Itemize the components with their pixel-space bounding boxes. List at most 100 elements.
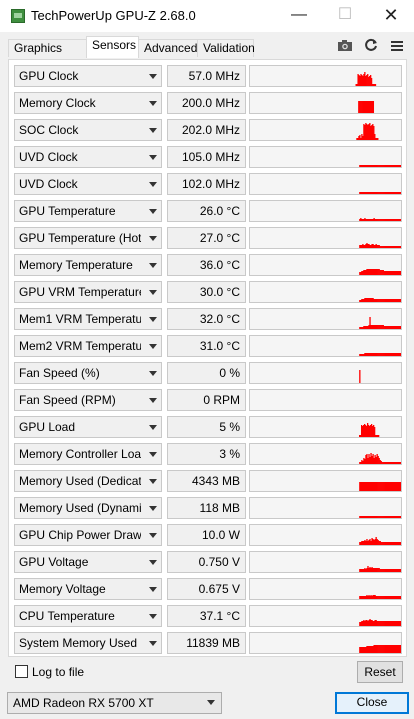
sensor-name: Mem2 VRM Temperature	[19, 339, 141, 353]
chevron-down-icon	[149, 506, 157, 511]
log-to-file-label[interactable]: Log to file	[32, 665, 84, 679]
sensor-name: UVD Clock	[19, 150, 78, 164]
chevron-down-icon	[149, 209, 157, 214]
maximize-button[interactable]: ☐	[322, 0, 368, 32]
sensor-name-dropdown[interactable]: GPU Load	[14, 416, 162, 438]
sensor-row: Memory Temperature 36.0 °C	[14, 254, 402, 276]
tab-advanced[interactable]: Advanced	[138, 39, 198, 57]
sensor-graph[interactable]	[249, 119, 402, 141]
sensor-graph-plot	[359, 619, 401, 626]
sensor-name-dropdown[interactable]: UVD Clock	[14, 146, 162, 168]
sensor-graph-plot	[359, 353, 401, 356]
sensor-name: Memory Controller Load	[19, 447, 141, 461]
chevron-down-icon	[149, 101, 157, 106]
sensor-name-dropdown[interactable]: SOC Clock	[14, 119, 162, 141]
chevron-down-icon	[149, 344, 157, 349]
sensor-name-dropdown[interactable]: Memory Temperature	[14, 254, 162, 276]
graph-bar	[399, 621, 401, 626]
sensor-graph-plot	[356, 123, 379, 140]
sensor-name-dropdown[interactable]: GPU Clock	[14, 65, 162, 87]
sensor-graph-plot	[359, 566, 401, 572]
sensor-name-dropdown[interactable]: Memory Used (Dynamic)	[14, 497, 162, 519]
reset-button[interactable]: Reset	[357, 661, 403, 683]
tab-validation[interactable]: Validation	[197, 39, 255, 57]
sensor-graph[interactable]	[249, 524, 402, 546]
sensor-graph[interactable]	[249, 173, 402, 195]
sensor-graph[interactable]	[249, 362, 402, 384]
sensor-graph[interactable]	[249, 146, 402, 168]
sensor-value: 37.1 °C	[167, 605, 246, 627]
sensor-graph[interactable]	[249, 443, 402, 465]
hamburger-menu-icon[interactable]	[388, 38, 406, 56]
tab-sensors[interactable]: Sensors	[86, 36, 139, 58]
sensor-graph-plot	[359, 595, 401, 599]
sensor-name-dropdown[interactable]: Mem1 VRM Temperature	[14, 308, 162, 330]
camera-icon[interactable]	[336, 38, 354, 56]
sensor-graph[interactable]	[249, 389, 402, 411]
close-window-button[interactable]: ✕	[368, 0, 414, 32]
sensor-name: SOC Clock	[19, 123, 79, 137]
close-button[interactable]: Close	[335, 692, 409, 714]
sensor-value: 11839 MB	[167, 632, 246, 654]
sensor-name-dropdown[interactable]: CPU Temperature	[14, 605, 162, 627]
sensor-graph[interactable]	[249, 254, 402, 276]
sensor-graph[interactable]	[249, 308, 402, 330]
sensor-name: System Memory Used	[19, 636, 138, 650]
sensor-name-dropdown[interactable]: GPU Temperature	[14, 200, 162, 222]
sensor-name-dropdown[interactable]: GPU Temperature (Hot Spot)	[14, 227, 162, 249]
sensors-panel: GPU Clock 57.0 MHz Memory Clock 200.0 MHz SO…	[8, 59, 407, 657]
sensor-row: Memory Clock 200.0 MHz	[14, 92, 402, 114]
sensor-name: Fan Speed (RPM)	[19, 393, 116, 407]
chevron-down-icon	[149, 533, 157, 538]
sensor-graph[interactable]	[249, 551, 402, 573]
graph-bar	[399, 326, 401, 329]
sensor-value: 27.0 °C	[167, 227, 246, 249]
sensor-graph[interactable]	[249, 65, 402, 87]
minimize-button[interactable]: —	[276, 0, 322, 32]
tab-graphics-card[interactable]: Graphics Card	[8, 39, 87, 72]
sensor-graph-plot	[359, 645, 401, 653]
sensor-graph-plot	[359, 165, 401, 167]
sensor-graph[interactable]	[249, 632, 402, 654]
sensor-name-dropdown[interactable]: Mem2 VRM Temperature	[14, 335, 162, 357]
sensor-name-dropdown[interactable]: GPU VRM Temperature	[14, 281, 162, 303]
sensor-graph[interactable]	[249, 92, 402, 114]
gpu-select-dropdown[interactable]: AMD Radeon RX 5700 XT	[7, 692, 222, 714]
graph-bar	[399, 271, 401, 275]
sensor-name-dropdown[interactable]: GPU Chip Power Draw	[14, 524, 162, 546]
sensor-name-dropdown[interactable]: Memory Controller Load	[14, 443, 162, 465]
sensor-graph[interactable]	[249, 227, 402, 249]
sensor-value: 32.0 °C	[167, 308, 246, 330]
sensor-graph[interactable]	[249, 497, 402, 519]
refresh-icon[interactable]	[362, 38, 380, 56]
window-title: TechPowerUp GPU-Z 2.68.0	[31, 8, 196, 23]
sensor-name-dropdown[interactable]: Fan Speed (RPM)	[14, 389, 162, 411]
sensor-name: GPU VRM Temperature	[19, 285, 141, 299]
sensor-name-dropdown[interactable]: Memory Used (Dedicated)	[14, 470, 162, 492]
sensor-graph[interactable]	[249, 281, 402, 303]
sensor-name: GPU Clock	[19, 69, 79, 83]
sensor-value: 36.0 °C	[167, 254, 246, 276]
sensor-graph[interactable]	[249, 605, 402, 627]
sensor-graph[interactable]	[249, 416, 402, 438]
sensor-graph[interactable]	[249, 470, 402, 492]
sensor-name-dropdown[interactable]: GPU Voltage	[14, 551, 162, 573]
sensor-name-dropdown[interactable]: Fan Speed (%)	[14, 362, 162, 384]
sensor-row: SOC Clock 202.0 MHz	[14, 119, 402, 141]
sensor-name-dropdown[interactable]: System Memory Used	[14, 632, 162, 654]
sensor-name-dropdown[interactable]: UVD Clock	[14, 173, 162, 195]
chevron-down-icon	[149, 128, 157, 133]
sensor-name: Memory Clock	[19, 96, 96, 110]
sensor-graph[interactable]	[249, 335, 402, 357]
sensor-name-dropdown[interactable]: Memory Voltage	[14, 578, 162, 600]
sensor-value: 10.0 W	[167, 524, 246, 546]
chevron-down-icon	[149, 479, 157, 484]
sensor-graph-plot	[250, 390, 401, 410]
sensor-graph[interactable]	[249, 200, 402, 222]
sensor-row: System Memory Used 11839 MB	[14, 632, 402, 654]
log-to-file-checkbox[interactable]	[15, 665, 28, 678]
sensor-name-dropdown[interactable]: Memory Clock	[14, 92, 162, 114]
sensor-graph[interactable]	[249, 578, 402, 600]
chevron-down-icon	[149, 74, 157, 79]
graph-bar	[372, 101, 375, 113]
